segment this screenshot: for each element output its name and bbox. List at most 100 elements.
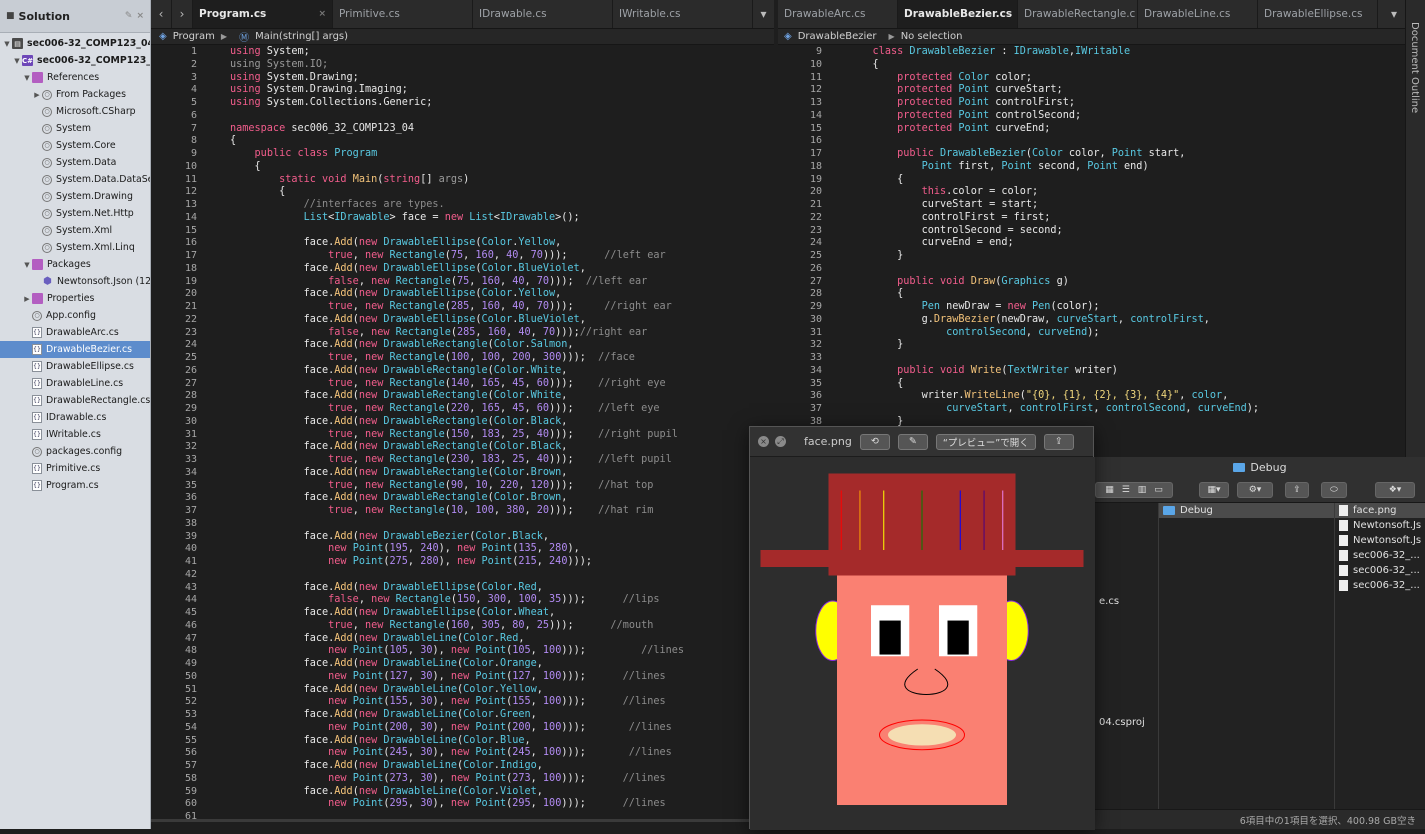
code-line[interactable]: face.Add(new DrawableEllipse(Color.Yello… — [230, 237, 684, 250]
code-line[interactable]: new Point(200, 30), new Point(200, 100))… — [230, 722, 684, 735]
code-line[interactable]: controlSecond, curveEnd); — [848, 327, 1259, 340]
code-line[interactable]: new Point(155, 30), new Point(155, 100))… — [230, 696, 684, 709]
tab-drawableline-cs[interactable]: DrawableLine.cs — [1138, 0, 1258, 28]
code-line[interactable]: face.Add(new DrawableLine(Color.Yellow, — [230, 684, 684, 697]
dropbox-button[interactable]: ❖▾ — [1375, 482, 1415, 498]
code-text[interactable]: using System; using System.IO; using Syste… — [230, 46, 684, 819]
code-line[interactable] — [230, 518, 684, 531]
code-line[interactable]: static void Main(string[] args) — [230, 174, 684, 187]
code-line[interactable]: face.Add(new DrawableLine(Color.Violet, — [230, 786, 684, 799]
code-line[interactable]: //interfaces are types. — [230, 199, 684, 212]
tab-overflow-button[interactable]: ▾ — [1383, 0, 1405, 28]
code-line[interactable] — [848, 135, 1259, 148]
tree-item[interactable]: ○ System.Core — [0, 137, 150, 154]
tree-item[interactable]: {} IDrawable.cs — [0, 409, 150, 426]
tree-item[interactable]: {} DrawableBezier.cs — [0, 341, 150, 358]
code-line[interactable]: true, new Rectangle(285, 160, 40, 70)));… — [230, 301, 684, 314]
tree-item[interactable]: ⬢ Newtonsoft.Json (12.0 — [0, 273, 150, 290]
code-line[interactable]: face.Add(new DrawableRectangle(Color.Bro… — [230, 492, 684, 505]
code-line[interactable]: face.Add(new DrawableLine(Color.Red, — [230, 633, 684, 646]
tab-iwritable-cs[interactable]: IWritable.cs — [613, 0, 754, 28]
code-line[interactable]: { — [230, 135, 684, 148]
finder-item[interactable]: sec006-32_... — [1335, 548, 1425, 563]
path-class[interactable]: Program — [173, 31, 215, 42]
code-line[interactable]: new Point(105, 30), new Point(105, 100))… — [230, 645, 684, 658]
code-line[interactable] — [230, 110, 684, 123]
finder-item[interactable]: e.cs — [1095, 594, 1158, 609]
code-line[interactable]: protected Point curveStart; — [848, 84, 1259, 97]
code-line[interactable]: protected Point curveEnd; — [848, 123, 1259, 136]
code-line[interactable]: using System.Drawing.Imaging; — [230, 84, 684, 97]
code-line[interactable]: face.Add(new DrawableRectangle(Color.Bro… — [230, 467, 684, 480]
code-line[interactable]: Point first, Point second, Point end) — [848, 161, 1259, 174]
code-line[interactable]: { — [848, 288, 1259, 301]
code-line[interactable]: using System; — [230, 46, 684, 59]
share-button[interactable]: ⇪ — [1043, 433, 1074, 450]
code-text[interactable]: class DrawableBezier : IDrawable, IWritab… — [848, 46, 1260, 429]
tree-item[interactable]: ○ System.Drawing — [0, 188, 150, 205]
tree-item[interactable]: ○ System — [0, 120, 150, 137]
code-line[interactable]: public void Write(TextWriter writer) — [848, 365, 1259, 378]
code-line[interactable]: curveStart, controlFirst, controlSecond,… — [848, 403, 1259, 416]
pin-icon[interactable]: ✎ — [125, 11, 133, 21]
code-line[interactable]: new Point(295, 30), new Point(295, 100))… — [230, 798, 684, 811]
code-line[interactable]: using System.IO; — [230, 59, 684, 72]
code-line[interactable] — [230, 225, 684, 238]
action-button[interactable]: ⚙▾ — [1237, 482, 1273, 498]
code-line[interactable]: face.Add(new DrawableLine(Color.Green, — [230, 709, 684, 722]
code-line[interactable]: true, new Rectangle(100, 100, 200, 300))… — [230, 352, 684, 365]
code-line[interactable]: true, new Rectangle(140, 165, 45, 60)));… — [230, 378, 684, 391]
markup-button[interactable]: ✎ — [897, 433, 928, 450]
editor1-code[interactable]: 1 2 3 4 5 6 7 8 9 10 11 12 13 14 15 16 17 18 19 20 21 22 23 24 2… — [151, 46, 774, 819]
code-line[interactable]: new Point(275, 280), new Point(215, 240)… — [230, 556, 684, 569]
rotate-button[interactable]: ⟲ — [859, 433, 890, 450]
code-line[interactable]: Pen newDraw = new Pen(color); — [848, 301, 1259, 314]
tree-item[interactable]: ○ System.Xml — [0, 222, 150, 239]
tree-item[interactable]: {} Program.cs — [0, 477, 150, 494]
tree-item[interactable]: {} DrawableEllipse.cs — [0, 358, 150, 375]
tree-item[interactable]: {} Primitive.cs — [0, 460, 150, 477]
code-line[interactable]: public DrawableBezier(Color color, Point… — [848, 148, 1259, 161]
list-view-icon[interactable]: ☰ — [1122, 485, 1130, 495]
code-line[interactable]: face.Add(new DrawableBezier(Color.Black, — [230, 531, 684, 544]
close-icon[interactable]: × — [758, 436, 769, 447]
disclosure-open-icon[interactable]: ▼ — [22, 261, 32, 269]
code-line[interactable]: face.Add(new DrawableRectangle(Color.Sal… — [230, 339, 684, 352]
code-line[interactable]: face.Add(new DrawableEllipse(Color.BlueV… — [230, 263, 684, 276]
code-line[interactable]: false, new Rectangle(285, 160, 40, 70)))… — [230, 327, 684, 340]
code-line[interactable]: List<IDrawable> face = new List<IDrawabl… — [230, 212, 684, 225]
disclosure-open-icon[interactable]: ▼ — [2, 40, 12, 48]
code-line[interactable]: { — [848, 378, 1259, 391]
code-line[interactable]: curveEnd = end; — [848, 237, 1259, 250]
tree-item[interactable]: {} DrawableRectangle.cs — [0, 392, 150, 409]
disclosure-closed-icon[interactable]: ▶ — [22, 295, 32, 303]
code-line[interactable]: { — [848, 59, 1259, 72]
tree-item[interactable]: ▶ ○ From Packages — [0, 86, 150, 103]
finder-item[interactable]: sec006-32_... — [1335, 563, 1425, 578]
tree-item[interactable]: ○ System.Data — [0, 154, 150, 171]
code-line[interactable]: new Point(245, 30), new Point(245, 100))… — [230, 747, 684, 760]
code-line[interactable]: face.Add(new DrawableLine(Color.Blue, — [230, 735, 684, 748]
code-line[interactable]: curveStart = start; — [848, 199, 1259, 212]
code-line[interactable]: face.Add(new DrawableLine(Color.Orange, — [230, 658, 684, 671]
tree-item[interactable]: ○ Microsoft.CSharp — [0, 103, 150, 120]
finder-item[interactable]: face.png — [1335, 503, 1425, 518]
code-line[interactable]: true, new Rectangle(90, 10, 220, 120)));… — [230, 480, 684, 493]
code-line[interactable]: true, new Rectangle(75, 160, 40, 70))); … — [230, 250, 684, 263]
code-line[interactable]: namespace sec006_32_COMP123_04 — [230, 123, 684, 136]
tree-item[interactable]: ▼ ▤ sec006-32_COMP123_04 — [0, 35, 150, 52]
code-line[interactable]: using System.Drawing; — [230, 72, 684, 85]
code-line[interactable]: { — [230, 186, 684, 199]
finder-item[interactable]: 04.csproj — [1095, 715, 1158, 730]
code-line[interactable]: public class Program — [230, 148, 684, 161]
code-line[interactable]: new Point(273, 30), new Point(273, 100))… — [230, 773, 684, 786]
path-class[interactable]: DrawableBezier — [798, 31, 877, 42]
finder-item[interactable]: Newtonsoft.Js — [1335, 518, 1425, 533]
code-line[interactable] — [848, 263, 1259, 276]
code-line[interactable]: true, new Rectangle(150, 183, 25, 40)));… — [230, 429, 684, 442]
tab-idrawable-cs[interactable]: IDrawable.cs — [473, 0, 614, 28]
code-line[interactable]: false, new Rectangle(150, 300, 100, 35))… — [230, 594, 684, 607]
nav-forward-button[interactable]: › — [172, 0, 194, 28]
code-line[interactable]: } — [848, 339, 1259, 352]
code-line[interactable]: controlFirst = first; — [848, 212, 1259, 225]
